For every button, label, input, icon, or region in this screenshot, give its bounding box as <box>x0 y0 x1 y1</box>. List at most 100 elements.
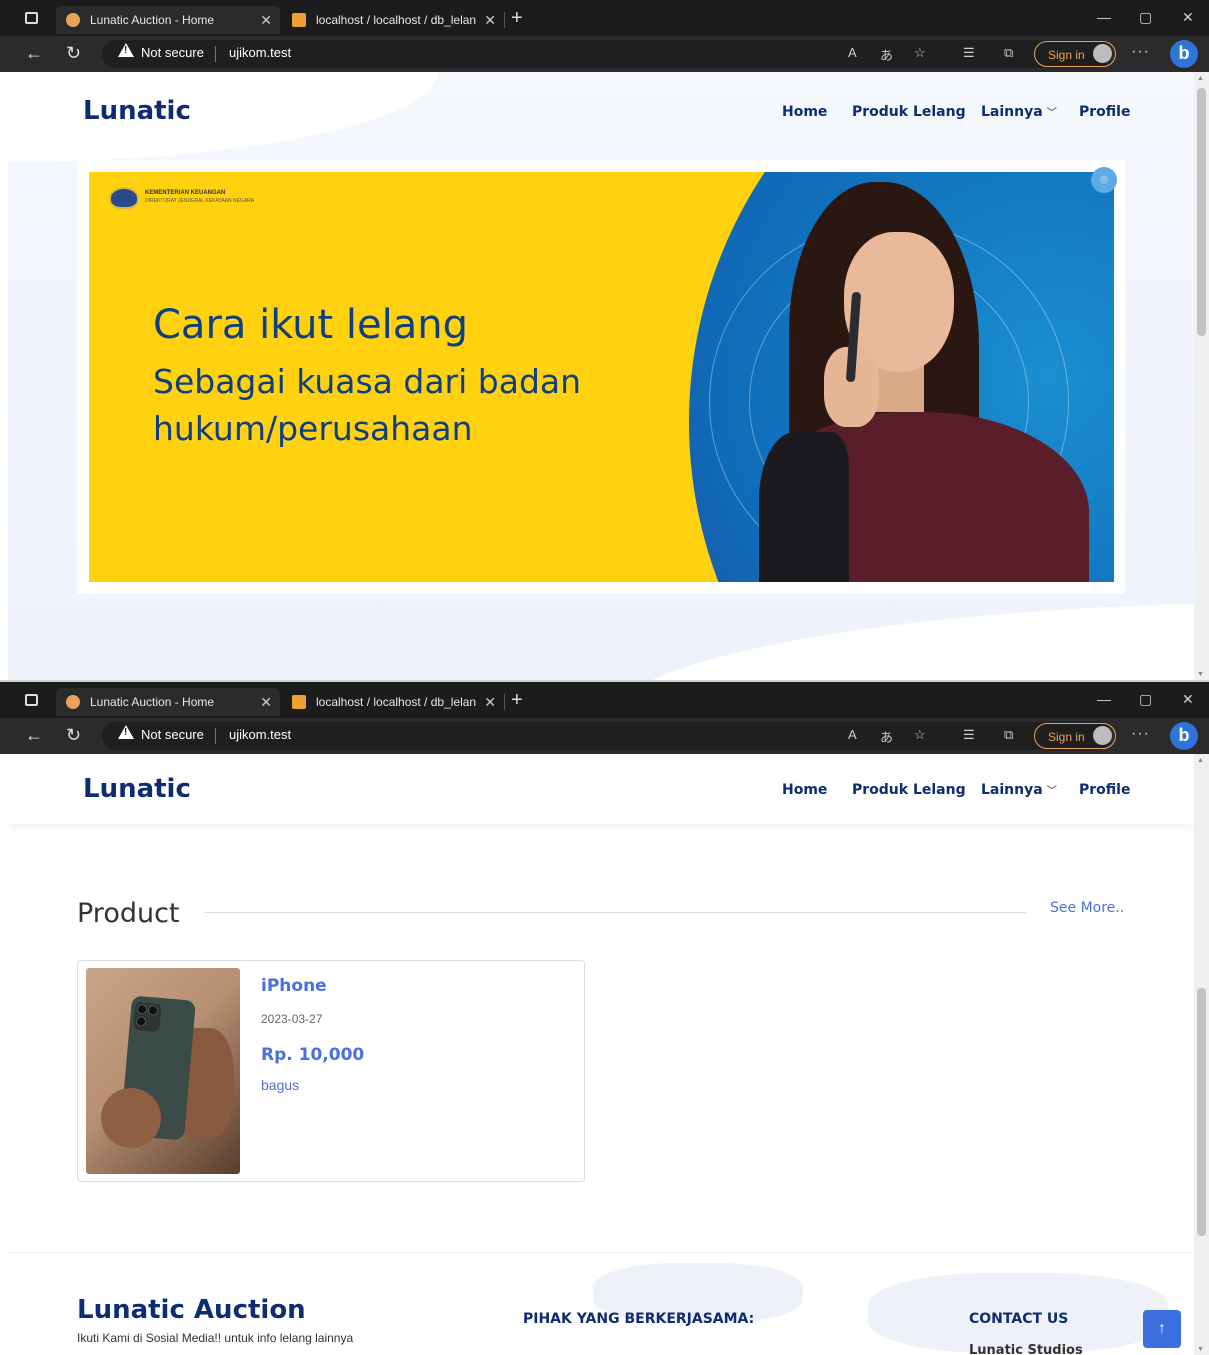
close-icon[interactable]: ✕ <box>260 12 272 29</box>
url-text[interactable]: ujikom.test <box>229 45 291 60</box>
footer-partners-heading: PIHAK YANG BERKERJASAMA: <box>523 1311 755 1327</box>
warning-icon[interactable] <box>118 43 134 57</box>
minimize-icon[interactable]: — <box>1097 691 1111 707</box>
nav-produk-lelang[interactable]: Produk Lelang <box>852 104 966 120</box>
nav-home[interactable]: Home <box>782 104 827 120</box>
footer-brand: Lunatic Auction <box>77 1295 306 1325</box>
page-viewport: Lunatic Home Produk Lelang Lainnya ﹀ Prof… <box>8 754 1194 1355</box>
nav-lainnya-label: Lainnya <box>981 104 1043 120</box>
sticky-header: Lunatic Home Produk Lelang Lainnya ﹀ Prof… <box>8 754 1194 824</box>
thumb-shape <box>101 1088 161 1148</box>
lunatic-favicon-icon <box>66 13 80 27</box>
restore-icon[interactable]: ▢ <box>1139 691 1152 708</box>
scroll-thumb[interactable] <box>1197 88 1206 336</box>
tab-phpmyadmin[interactable]: localhost / localhost / db_lelang ✕ <box>282 6 504 34</box>
sign-in-button[interactable]: Sign in <box>1034 723 1116 749</box>
scroll-down-icon[interactable]: ▼ <box>1197 671 1204 678</box>
more-icon[interactable]: ··· <box>1131 43 1150 61</box>
nav-profile[interactable]: Profile <box>1079 104 1130 120</box>
minimize-icon[interactable]: — <box>1097 9 1111 25</box>
nav-lainnya[interactable]: Lainnya ﹀ <box>981 782 1057 798</box>
tab-bar: Lunatic Auction - Home ✕ localhost / loc… <box>0 682 1209 718</box>
favorites-icon[interactable]: ☰ <box>963 727 975 743</box>
visual-search-icon[interactable]: ⌾ <box>1091 167 1117 193</box>
back-arrow-icon[interactable]: ← <box>25 43 43 64</box>
add-favorite-icon[interactable]: ☆ <box>914 45 926 61</box>
tab-actions-icon[interactable] <box>25 694 38 706</box>
avatar-icon <box>1093 726 1112 745</box>
close-icon[interactable]: ✕ <box>260 694 272 711</box>
tab-actions-icon[interactable] <box>25 12 38 24</box>
tab-title: localhost / localhost / db_lelang <box>316 695 476 709</box>
new-tab-icon[interactable]: + <box>511 690 523 710</box>
translate-icon[interactable]: あ <box>880 45 893 64</box>
logo-text: KEMENTERIAN KEUANGAN <box>145 190 226 196</box>
tab-separator <box>504 12 505 28</box>
translate-icon[interactable]: あ <box>880 727 893 746</box>
see-more-link[interactable]: See More.. <box>1050 900 1124 916</box>
back-to-top-button[interactable]: ↑ <box>1143 1310 1181 1348</box>
read-aloud-icon[interactable]: A <box>848 45 857 60</box>
tab-bar: Lunatic Auction - Home ✕ localhost / loc… <box>0 0 1209 36</box>
banner-subheadline: Sebagai kuasa dari badan hukum/perusahaa… <box>153 362 582 448</box>
url-separator <box>215 46 216 62</box>
product-image[interactable] <box>86 968 240 1174</box>
tab-title: Lunatic Auction - Home <box>90 695 215 709</box>
add-favorite-icon[interactable]: ☆ <box>914 727 926 743</box>
close-icon[interactable]: ✕ <box>484 694 496 711</box>
bing-copilot-icon[interactable]: b <box>1170 40 1198 68</box>
sign-in-button[interactable]: Sign in <box>1034 41 1116 67</box>
navbar-brand[interactable]: Lunatic <box>83 96 191 126</box>
window-close-icon[interactable]: ✕ <box>1182 9 1194 26</box>
jacket-shape <box>759 432 849 582</box>
bing-copilot-icon[interactable]: b <box>1170 722 1198 750</box>
scrollbar[interactable]: ▲ ▼ <box>1194 72 1209 680</box>
phpmyadmin-favicon-icon <box>292 695 306 709</box>
new-tab-icon[interactable]: + <box>511 8 523 28</box>
scroll-up-icon[interactable]: ▲ <box>1197 75 1204 82</box>
sign-in-label: Sign in <box>1048 48 1085 62</box>
window-close-icon[interactable]: ✕ <box>1182 691 1194 708</box>
nav-home[interactable]: Home <box>782 782 827 798</box>
security-label[interactable]: Not secure <box>141 45 204 60</box>
chevron-down-icon: ﹀ <box>1046 786 1057 797</box>
footer-company: Lunatic Studios <box>969 1343 1083 1355</box>
back-arrow-icon[interactable]: ← <box>25 725 43 746</box>
collections-icon[interactable]: ⧉ <box>1004 727 1013 743</box>
scroll-thumb[interactable] <box>1197 988 1206 1236</box>
scrollbar[interactable]: ▲ ▼ <box>1194 754 1209 1355</box>
navbar-brand[interactable]: Lunatic <box>83 774 191 804</box>
tab-separator <box>504 694 505 710</box>
warning-icon[interactable] <box>118 725 134 739</box>
tab-phpmyadmin[interactable]: localhost / localhost / db_lelang ✕ <box>282 688 504 716</box>
favorites-icon[interactable]: ☰ <box>963 45 975 61</box>
restore-icon[interactable]: ▢ <box>1139 9 1152 26</box>
address-bar: ← ↻ Not secure ujikom.test A あ ☆ ☰ ⧉ Sig… <box>0 718 1209 754</box>
scroll-up-icon[interactable]: ▲ <box>1197 757 1204 764</box>
lens-shape <box>135 1015 147 1027</box>
product-name[interactable]: iPhone <box>261 976 327 996</box>
product-price: Rp. 10,000 <box>261 1045 365 1065</box>
nav-produk-lelang[interactable]: Produk Lelang <box>852 782 966 798</box>
read-aloud-icon[interactable]: A <box>848 727 857 742</box>
nav-profile[interactable]: Profile <box>1079 782 1130 798</box>
security-label[interactable]: Not secure <box>141 727 204 742</box>
hero-banner-image: KEMENTERIAN KEUANGAN DIREKTORAT JENDERAL… <box>89 172 1114 582</box>
refresh-icon[interactable]: ↻ <box>66 725 81 746</box>
product-card[interactable]: iPhone 2023-03-27 Rp. 10,000 bagus <box>77 960 585 1182</box>
close-icon[interactable]: ✕ <box>484 12 496 29</box>
more-icon[interactable]: ··· <box>1131 725 1150 743</box>
product-description: bagus <box>261 1077 300 1093</box>
tab-title: Lunatic Auction - Home <box>90 13 215 27</box>
phpmyadmin-favicon-icon <box>292 13 306 27</box>
nav-lainnya[interactable]: Lainnya ﹀ <box>981 104 1057 120</box>
kemenkeu-logo <box>109 187 139 209</box>
tab-lunatic-home[interactable]: Lunatic Auction - Home ✕ <box>56 6 280 34</box>
collections-icon[interactable]: ⧉ <box>1004 45 1013 61</box>
woman-illustration <box>749 182 1089 582</box>
section-divider <box>204 912 1026 913</box>
url-text[interactable]: ujikom.test <box>229 727 291 742</box>
tab-lunatic-home[interactable]: Lunatic Auction - Home ✕ <box>56 688 280 716</box>
refresh-icon[interactable]: ↻ <box>66 43 81 64</box>
scroll-down-icon[interactable]: ▼ <box>1197 1346 1204 1353</box>
